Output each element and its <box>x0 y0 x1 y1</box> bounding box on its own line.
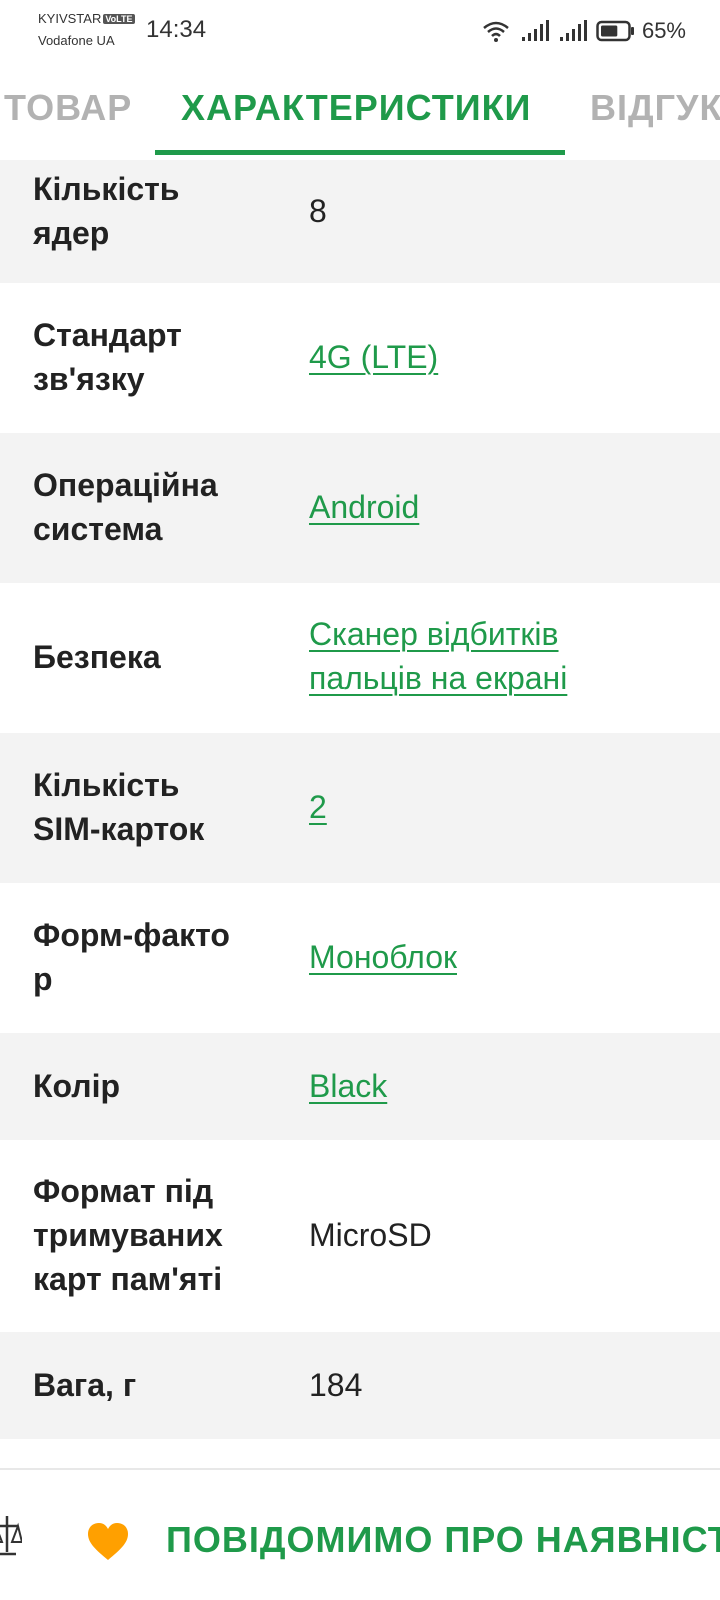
carrier-primary: KYIVSTAR VoLTE <box>38 11 135 26</box>
spec-value-link[interactable]: 2 <box>309 785 709 829</box>
spec-label: Кількість ядер <box>33 171 180 251</box>
tab-specifications[interactable]: ХАРАКТЕРИСТИКИ <box>181 87 531 129</box>
spec-row: Колір Black <box>0 1033 720 1140</box>
spec-row: Формат під тримуваних карт пам'яті Micro… <box>0 1140 720 1332</box>
compare-icon[interactable] <box>0 1512 22 1560</box>
tab-reviews[interactable]: ВІДГУКИ <box>590 87 720 129</box>
spec-value: 184 <box>309 1367 363 1403</box>
spec-row: Стандарт зв'язку 4G (LTE) <box>0 283 720 433</box>
status-indicators: 65% <box>482 16 720 46</box>
clock: 14:34 <box>146 16 207 43</box>
spec-row: Операційна система Android <box>0 433 720 583</box>
active-tab-indicator <box>155 150 565 155</box>
spec-label: Безпека <box>33 639 161 675</box>
spec-row: Безпека Сканер відбитків пальців на екра… <box>0 583 720 733</box>
spec-label: Формат під тримуваних карт пам'яті <box>33 1173 223 1297</box>
spec-row: Кількість SIM-карток 2 <box>0 733 720 883</box>
carrier-secondary: Vodafone UA <box>38 33 115 48</box>
spec-value-link[interactable]: Black <box>309 1064 709 1108</box>
spec-value-link[interactable]: 4G (LTE) <box>309 335 709 379</box>
spec-label: Форм-факто р <box>33 917 230 997</box>
bottom-action-bar: ПОВІДОМИМО ПРО НАЯВНІСТЬ <box>0 1468 720 1600</box>
spec-row: Форм-факто р Моноблок <box>0 883 720 1033</box>
signal-icon <box>559 20 587 41</box>
spec-label: Операційна система <box>33 467 218 547</box>
tab-product[interactable]: ТОВАР <box>4 87 132 129</box>
tab-bar: ТОВАР ХАРАКТЕРИСТИКИ ВІДГУКИ <box>0 60 720 160</box>
spec-row: Кількість ядер 8 <box>0 160 720 283</box>
battery-percent: 65% <box>641 18 686 43</box>
spec-value: MicroSD <box>309 1217 432 1253</box>
spec-label: Вага, г <box>33 1367 137 1403</box>
carrier-name: KYIVSTAR <box>38 11 102 26</box>
signal-icon <box>521 20 549 41</box>
spec-label: Стандарт зв'язку <box>33 317 182 397</box>
wifi-icon <box>483 21 509 42</box>
spec-value-link[interactable]: Моноблок <box>309 935 709 979</box>
spec-label: Колір <box>33 1068 121 1104</box>
battery-icon <box>596 20 634 42</box>
spec-value-link[interactable]: Сканер відбитків пальців на екрані <box>309 612 709 700</box>
spec-label: Кількість SIM-карток <box>33 767 205 847</box>
volte-badge: VoLTE <box>103 14 135 24</box>
status-bar: KYIVSTAR VoLTE Vodafone UA 14:34 65% <box>0 0 720 60</box>
spec-value-link[interactable]: Android <box>309 485 709 529</box>
heart-icon[interactable] <box>86 1522 130 1562</box>
notify-availability-button[interactable]: ПОВІДОМИМО ПРО НАЯВНІСТЬ <box>166 1519 720 1561</box>
spec-value: 8 <box>309 193 327 229</box>
spec-row: Вага, г 184 <box>0 1332 720 1439</box>
